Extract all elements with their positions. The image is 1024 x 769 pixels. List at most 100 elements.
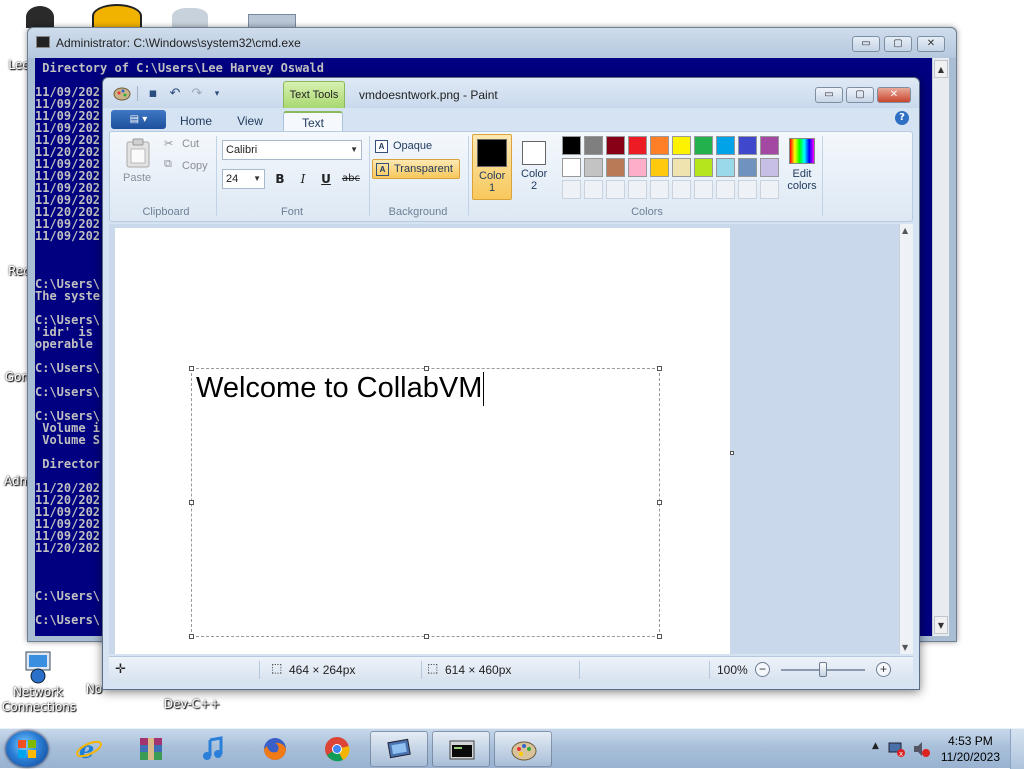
palette-color-swatch[interactable] <box>584 158 603 177</box>
typed-text[interactable]: Welcome to CollabVM <box>196 372 485 407</box>
tab-text[interactable]: Text <box>283 111 343 131</box>
scroll-up-icon[interactable]: ▲ <box>902 226 908 235</box>
palette-custom-slot[interactable] <box>672 180 691 199</box>
palette-color-swatch[interactable] <box>760 136 779 155</box>
show-hidden-icons[interactable]: ▲ <box>872 741 879 751</box>
desktop-icon-top-1[interactable] <box>26 6 54 28</box>
transparent-button[interactable]: A Transparent <box>372 159 460 179</box>
taskbar-cmd[interactable] <box>432 731 490 767</box>
start-button[interactable] <box>6 731 48 767</box>
scroll-up-icon[interactable]: ▲ <box>934 60 948 78</box>
save-icon[interactable]: ▪ <box>145 86 161 102</box>
zoom-out-button[interactable]: − <box>755 662 770 677</box>
clock[interactable]: 4:53 PM 11/20/2023 <box>941 733 1000 765</box>
resize-handle[interactable] <box>657 634 662 639</box>
palette-color-swatch[interactable] <box>650 158 669 177</box>
cut-icon[interactable]: ✂ <box>164 137 173 150</box>
palette-color-swatch[interactable] <box>738 158 757 177</box>
underline-button[interactable]: U <box>316 170 336 188</box>
copy-icon[interactable]: ⧉ <box>164 158 172 171</box>
resize-handle[interactable] <box>424 634 429 639</box>
copy-button[interactable]: Copy <box>182 160 208 172</box>
resize-handle[interactable] <box>657 500 662 505</box>
canvas-resize-handle[interactable] <box>730 451 734 455</box>
edit-colors-button[interactable]: Edit colors <box>785 138 819 192</box>
undo-icon[interactable]: ↶ <box>167 86 183 102</box>
paint-titlebar[interactable]: ▪ ↶ ↷ ▾ Text Tools vmdoesntwork.png - Pa… <box>103 78 919 108</box>
paste-button[interactable]: Paste <box>123 172 151 184</box>
desktop-icon-top-4[interactable] <box>248 14 296 28</box>
volume-muted-icon[interactable] <box>912 740 930 758</box>
palette-custom-slot[interactable] <box>716 180 735 199</box>
palette-color-swatch[interactable] <box>584 136 603 155</box>
paint-window[interactable]: ▪ ↶ ↷ ▾ Text Tools vmdoesntwork.png - Pa… <box>102 77 920 690</box>
canvas[interactable]: Welcome to CollabVM <box>115 228 730 654</box>
palette-custom-slot[interactable] <box>650 180 669 199</box>
resize-handle[interactable] <box>424 366 429 371</box>
cmd-minimize-button[interactable]: ▭ <box>852 36 880 52</box>
cmd-close-button[interactable]: ✕ <box>917 36 945 52</box>
palette-color-swatch[interactable] <box>562 158 581 177</box>
desktop-icon-network-connections[interactable]: Network Connections <box>2 648 76 715</box>
palette-color-swatch[interactable] <box>694 158 713 177</box>
color-1-button[interactable]: Color 1 <box>472 134 512 200</box>
network-icon[interactable]: x <box>888 740 906 758</box>
taskbar-app-1[interactable] <box>370 731 428 767</box>
taskbar-internet-explorer[interactable]: e <box>60 731 118 767</box>
help-icon[interactable]: ? <box>895 111 909 125</box>
opaque-button[interactable]: A Opaque <box>372 137 456 157</box>
resize-handle[interactable] <box>189 634 194 639</box>
strikethrough-button[interactable]: abc <box>339 170 363 188</box>
palette-custom-slot[interactable] <box>584 180 603 199</box>
paint-menu-button[interactable]: ▤ ▾ <box>111 110 166 129</box>
palette-custom-slot[interactable] <box>562 180 581 199</box>
text-box[interactable]: Welcome to CollabVM <box>189 366 662 639</box>
palette-color-swatch[interactable] <box>628 158 647 177</box>
resize-handle[interactable] <box>189 500 194 505</box>
paint-minimize-button[interactable]: ▭ <box>815 87 843 103</box>
paste-icon[interactable] <box>124 138 152 168</box>
palette-color-swatch[interactable] <box>606 158 625 177</box>
taskbar-winrar[interactable] <box>122 731 180 767</box>
desktop-icon-partial-2[interactable]: No <box>84 682 104 696</box>
palette-color-swatch[interactable] <box>628 136 647 155</box>
palette-custom-slot[interactable] <box>738 180 757 199</box>
zoom-in-button[interactable]: + <box>876 662 891 677</box>
cut-button[interactable]: Cut <box>182 138 199 150</box>
customize-quick-access-icon[interactable]: ▾ <box>209 86 225 102</box>
paint-maximize-button[interactable]: ▢ <box>846 87 874 103</box>
resize-handle[interactable] <box>189 366 194 371</box>
palette-color-swatch[interactable] <box>716 136 735 155</box>
taskbar-chrome[interactable] <box>308 731 366 767</box>
palette-color-swatch[interactable] <box>562 136 581 155</box>
show-desktop-button[interactable] <box>1010 729 1024 769</box>
palette-custom-slot[interactable] <box>760 180 779 199</box>
canvas-vertical-scrollbar[interactable]: ▲ ▼ <box>899 224 913 654</box>
palette-color-swatch[interactable] <box>606 136 625 155</box>
bold-button[interactable]: B <box>270 170 290 188</box>
palette-color-swatch[interactable] <box>738 136 757 155</box>
taskbar-itunes[interactable] <box>184 731 242 767</box>
cmd-titlebar[interactable]: Administrator: C:\Windows\system32\cmd.e… <box>28 28 956 58</box>
tab-view[interactable]: View <box>227 111 273 131</box>
resize-handle[interactable] <box>657 366 662 371</box>
desktop-icon-top-2[interactable] <box>92 4 142 28</box>
canvas-area[interactable]: Welcome to CollabVM <box>109 224 899 654</box>
scroll-down-icon[interactable]: ▼ <box>902 643 908 652</box>
paint-close-button[interactable]: ✕ <box>877 87 911 103</box>
redo-icon[interactable]: ↷ <box>189 86 205 102</box>
palette-color-swatch[interactable] <box>716 158 735 177</box>
palette-color-swatch[interactable] <box>672 158 691 177</box>
scroll-down-icon[interactable]: ▼ <box>934 616 948 634</box>
taskbar-firefox[interactable] <box>246 731 304 767</box>
palette-color-swatch[interactable] <box>760 158 779 177</box>
zoom-slider-thumb[interactable] <box>819 662 827 677</box>
color-2-button[interactable]: Color 2 <box>514 134 554 200</box>
font-size-select[interactable]: 24 ▼ <box>222 169 265 189</box>
palette-color-swatch[interactable] <box>650 136 669 155</box>
palette-custom-slot[interactable] <box>606 180 625 199</box>
cmd-maximize-button[interactable]: ▢ <box>884 36 912 52</box>
palette-custom-slot[interactable] <box>628 180 647 199</box>
font-family-select[interactable]: Calibri ▼ <box>222 140 362 160</box>
desktop-icon-dev-cpp[interactable]: Dev-C++ <box>160 697 224 711</box>
